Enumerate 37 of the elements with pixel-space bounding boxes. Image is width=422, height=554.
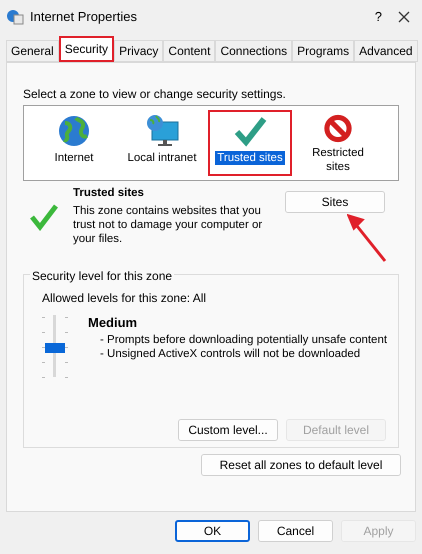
zone-item[interactable]: Trusted sites <box>208 110 292 176</box>
tab[interactable]: Connections <box>215 40 292 62</box>
dialog-button[interactable]: OK <box>175 520 250 542</box>
zone-item[interactable]: Internet <box>32 110 116 176</box>
zone-item[interactable]: Local intranet <box>120 110 204 176</box>
security-slider[interactable] <box>42 315 68 380</box>
dialog-button[interactable]: Cancel <box>258 520 333 542</box>
zone-label: Trusted sites <box>215 151 285 165</box>
checkmark-icon <box>29 203 59 231</box>
tab[interactable]: Privacy <box>114 40 164 62</box>
zone-item[interactable]: Restricted sites <box>296 110 380 176</box>
help-button[interactable]: ? <box>370 7 386 27</box>
globe-window-icon <box>6 9 24 25</box>
allowed-levels: Allowed levels for this zone: All <box>42 290 208 308</box>
globe-icon <box>57 114 91 148</box>
sites-button[interactable]: Sites <box>285 191 385 213</box>
level-description: - Unsigned ActiveX controls will not be downloaded <box>100 346 362 361</box>
tab[interactable]: Programs <box>292 40 354 62</box>
zone-label: Internet <box>54 151 94 165</box>
level-name: Medium <box>88 314 138 332</box>
zone-description: This zone contains websites that you trust not to damage your computer or your files. <box>73 204 264 246</box>
tab[interactable]: Advanced <box>354 40 418 62</box>
window-title: Internet Properties <box>30 8 137 26</box>
zone-prompt: Select a zone to view or change security settings. <box>23 86 287 103</box>
close-icon[interactable] <box>398 11 410 23</box>
level-description: - Prompts before downloading potentially unsafe content <box>100 332 388 347</box>
tab[interactable]: Security <box>58 36 114 62</box>
reset-button[interactable]: Reset all zones to default level <box>201 454 401 476</box>
checkmark-icon <box>233 114 267 148</box>
monitor-globe-icon <box>144 114 180 148</box>
slider-thumb[interactable] <box>45 343 65 354</box>
zone-label: Local intranet <box>126 151 198 165</box>
tab[interactable]: Content <box>163 40 216 62</box>
tab[interactable]: General <box>6 40 59 62</box>
zone-title: Trusted sites <box>73 186 145 201</box>
level-button[interactable]: Custom level... <box>178 419 278 442</box>
zone-label: Restricted sites <box>311 146 365 174</box>
